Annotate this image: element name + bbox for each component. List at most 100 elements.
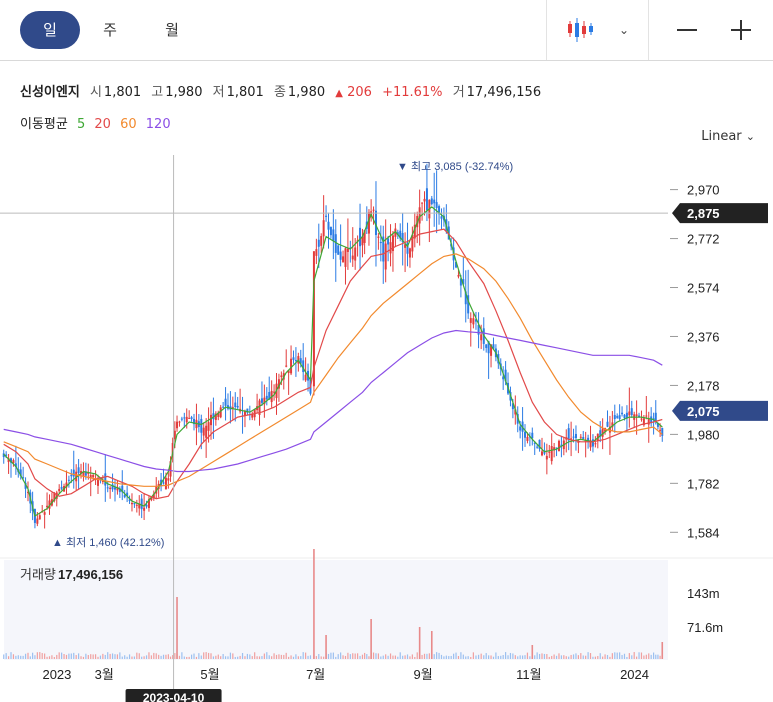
- candle-body: [92, 474, 95, 478]
- candle-body: [359, 227, 362, 247]
- volume-bar: [70, 653, 72, 659]
- volume-bar: [589, 653, 592, 659]
- candle-body: [320, 236, 323, 246]
- volume-bar: [160, 655, 162, 659]
- volume-bar: [512, 653, 514, 659]
- candle-body: [113, 487, 116, 490]
- candle-body: [167, 478, 170, 481]
- volume-bar: [428, 653, 430, 659]
- volume-bar: [27, 652, 29, 659]
- volume-bar: [558, 653, 560, 659]
- candle-body: [433, 199, 436, 204]
- candle-body: [294, 360, 297, 362]
- volume-bar: [443, 656, 445, 659]
- candle-body: [408, 248, 411, 258]
- volume-bar: [377, 653, 380, 659]
- volume-bar: [359, 655, 361, 659]
- candle-body: [77, 467, 80, 473]
- volume-bar: [335, 656, 337, 659]
- volume-bar: [315, 656, 317, 659]
- volume-bar: [472, 652, 474, 659]
- candle-body: [188, 417, 191, 419]
- candle-body: [185, 416, 188, 423]
- volume-bar: [148, 652, 150, 659]
- candle-body: [485, 344, 488, 348]
- candle-body: [545, 455, 548, 460]
- candle-body: [143, 507, 146, 511]
- candle-body: [457, 275, 460, 277]
- high-annotation: ▼ 최고 3,085 (-32.74%): [397, 160, 513, 173]
- volume-bar: [75, 655, 77, 659]
- y-tick-label: 1,584: [687, 525, 720, 540]
- candle-body: [145, 504, 148, 507]
- volume-bar: [490, 655, 492, 659]
- volume-bar: [389, 653, 392, 659]
- volume-bar: [361, 654, 364, 659]
- x-tick-label: 9월: [414, 667, 433, 682]
- volume-bar: [526, 652, 529, 659]
- volume-bar: [399, 652, 401, 659]
- candle-body: [621, 412, 624, 415]
- candle-body: [435, 202, 438, 208]
- crosshair-date-label: 2023-04-10: [143, 691, 205, 702]
- volume-bar: [368, 656, 370, 659]
- volume-bar: [174, 653, 176, 659]
- volume-bar: [475, 655, 477, 659]
- candle-body: [140, 498, 143, 510]
- volume-bar: [611, 653, 613, 659]
- volume-bar: [85, 653, 87, 659]
- volume-bar: [254, 652, 256, 659]
- volume-bar: [143, 656, 145, 659]
- volume-bar: [448, 656, 450, 659]
- candle-body: [183, 417, 186, 419]
- candle-body: [106, 487, 109, 489]
- candle-body: [372, 209, 375, 211]
- volume-bar: [313, 549, 315, 659]
- volume-bar: [364, 652, 366, 659]
- volume-bar: [94, 654, 97, 659]
- volume-bar: [99, 655, 102, 659]
- volume-bar: [251, 656, 253, 659]
- volume-bar: [409, 656, 411, 659]
- volume-bar: [261, 656, 263, 659]
- volume-bar: [594, 656, 596, 659]
- volume-bar: [570, 654, 572, 659]
- volume-bar: [82, 656, 85, 659]
- volume-bar: [200, 655, 202, 659]
- volume-bar: [119, 652, 121, 659]
- y-tick-label: 1,980: [687, 427, 720, 442]
- volume-bar: [582, 655, 584, 659]
- volume-bar: [585, 655, 587, 659]
- volume-bar: [340, 652, 342, 659]
- volume-bar: [305, 652, 307, 659]
- volume-bar: [505, 652, 507, 659]
- y-tick-label: 1,782: [687, 476, 720, 491]
- volume-bar: [220, 656, 222, 659]
- volume-bar: [20, 655, 22, 659]
- candle-body: [36, 518, 39, 524]
- price-chart[interactable]: 2,970 2,772 2,574 2,376 2,178 1,980 1,782 1,584…: [0, 0, 773, 702]
- candle-body: [425, 188, 428, 211]
- volume-bar: [394, 655, 396, 659]
- volume-bar: [109, 653, 111, 659]
- volume-bar: [77, 653, 80, 659]
- volume-bar: [352, 653, 354, 659]
- y-tick-label: 2,178: [687, 378, 720, 393]
- volume-bar: [90, 654, 92, 659]
- volume-panel-value: 17,496,156: [58, 567, 123, 582]
- volume-bar: [565, 656, 567, 659]
- volume-bar: [604, 654, 606, 659]
- volume-bar: [155, 653, 157, 659]
- candle-body: [354, 247, 357, 261]
- volume-bar: [387, 655, 389, 659]
- volume-bar: [203, 652, 205, 659]
- candle-body: [579, 436, 582, 438]
- candle-body: [315, 249, 318, 256]
- volume-bar: [124, 655, 126, 659]
- candle-body: [180, 418, 183, 420]
- volume-bar: [354, 653, 356, 659]
- volume-bar: [32, 652, 34, 659]
- volume-tick-label: 71.6m: [687, 620, 723, 635]
- volume-bar: [382, 655, 384, 659]
- volume-bar: [453, 653, 455, 659]
